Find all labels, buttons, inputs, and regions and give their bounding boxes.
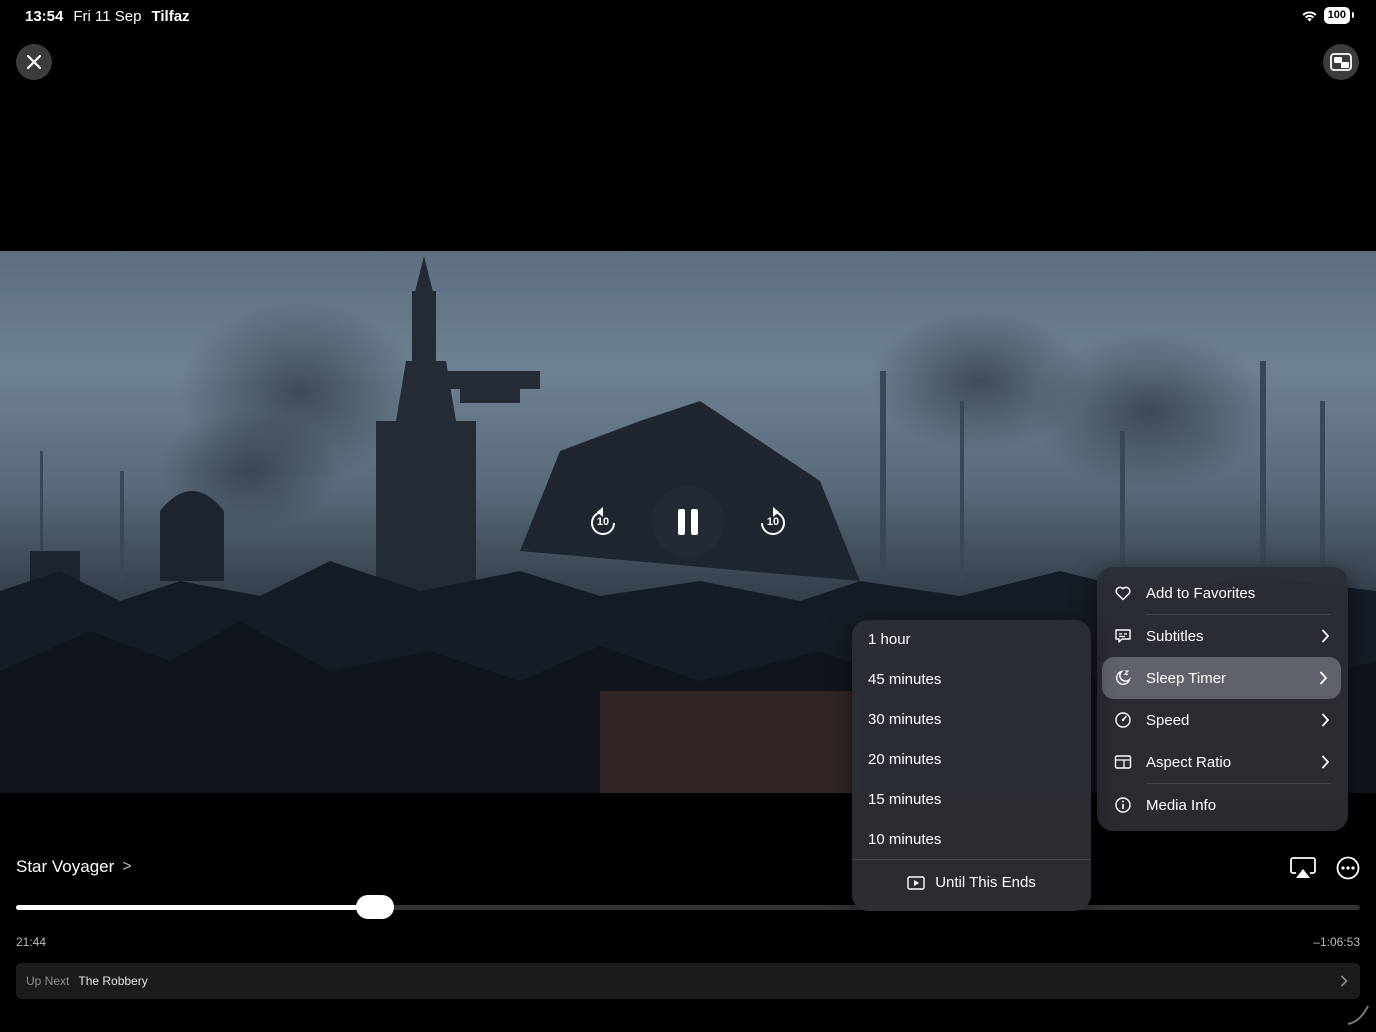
chevron-right-icon	[1340, 975, 1348, 987]
close-icon	[27, 55, 41, 69]
status-indicators: 100	[1301, 7, 1355, 24]
picture-in-picture-button[interactable]	[1323, 44, 1359, 80]
sleep-option-20-minutes[interactable]: 20 minutes	[868, 751, 941, 768]
menu-item-label: Aspect Ratio	[1146, 753, 1232, 771]
menu-item-add-to-favorites[interactable]: Add to Favorites	[1097, 572, 1348, 614]
picture-in-picture-icon	[1330, 53, 1352, 71]
submenu-divider	[852, 859, 1091, 860]
until-this-ends-label: Until This Ends	[935, 874, 1036, 891]
subtitles-icon	[1115, 629, 1131, 643]
status-bar: 13:54 Fri 11 Sep Tilfaz	[25, 8, 190, 25]
progress-track[interactable]	[16, 905, 1360, 910]
sleep-timer-icon	[1116, 670, 1131, 685]
menu-item-label: Sleep Timer	[1146, 669, 1227, 687]
sleep-option-10-minutes[interactable]: 10 minutes	[868, 831, 941, 848]
options-menu: Add to Favorites Subtitles Sleep Timer S…	[1097, 567, 1348, 831]
sleep-option-until-this-ends[interactable]: Until This Ends	[852, 874, 1091, 891]
sleep-option-30-minutes[interactable]: 30 minutes	[868, 711, 941, 728]
speed-icon	[1115, 712, 1131, 728]
close-button[interactable]	[16, 44, 52, 80]
aspect-ratio-icon	[1114, 755, 1132, 769]
airplay-button[interactable]	[1290, 855, 1316, 881]
menu-item-speed[interactable]: Speed	[1097, 699, 1348, 741]
progress-thumb[interactable]	[355, 895, 394, 919]
sleep-option-15-minutes[interactable]: 15 minutes	[868, 791, 941, 808]
chevron-right-icon	[1321, 755, 1330, 769]
progress-fill	[16, 905, 375, 910]
media-title-link[interactable]: Star Voyager >	[16, 857, 132, 877]
up-next-title: The Robbery	[78, 974, 148, 988]
status-carrier: Tilfaz	[151, 8, 190, 25]
chevron-right-icon: >	[122, 858, 132, 875]
skip-back-label: 10	[596, 516, 610, 528]
sleep-timer-submenu: 1 hour 45 minutes 30 minutes 20 minutes …	[852, 620, 1091, 911]
battery-indicator: 100	[1323, 7, 1355, 24]
skip-back-button[interactable]: 10	[583, 503, 623, 543]
up-next-bar[interactable]: Up Next The Robbery	[16, 963, 1360, 999]
resize-handle-icon	[1347, 1005, 1369, 1025]
airplay-icon	[1290, 857, 1316, 878]
menu-item-sleep-timer[interactable]: Sleep Timer	[1102, 657, 1341, 699]
skip-forward-label: 10	[766, 516, 780, 528]
elapsed-time: 21:44	[16, 935, 47, 949]
status-date: Fri 11 Sep	[73, 8, 142, 25]
status-time: 13:54	[25, 8, 64, 25]
menu-item-label: Media Info	[1146, 796, 1217, 814]
more-button[interactable]	[1336, 856, 1360, 880]
chevron-right-icon	[1319, 671, 1328, 685]
menu-item-media-info[interactable]: Media Info	[1097, 784, 1348, 826]
menu-item-label: Add to Favorites	[1146, 584, 1256, 602]
heart-icon	[1115, 586, 1131, 601]
ellipsis-circle-icon	[1336, 856, 1360, 880]
menu-item-label: Subtitles	[1146, 627, 1204, 645]
sleep-option-45-minutes[interactable]: 45 minutes	[868, 671, 941, 688]
media-title: Star Voyager	[16, 857, 115, 876]
chevron-right-icon	[1321, 629, 1330, 643]
up-next-label: Up Next	[26, 974, 70, 988]
menu-item-aspect-ratio[interactable]: Aspect Ratio	[1097, 741, 1348, 783]
menu-item-subtitles[interactable]: Subtitles	[1097, 615, 1348, 657]
info-icon	[1115, 797, 1131, 813]
pause-button[interactable]	[652, 486, 724, 558]
pause-icon	[678, 509, 698, 535]
menu-item-label: Speed	[1146, 711, 1190, 729]
play-rectangle-icon	[907, 875, 925, 890]
remaining-time: –1:06:53	[1313, 935, 1360, 949]
skip-forward-button[interactable]: 10	[753, 503, 793, 543]
chevron-right-icon	[1321, 713, 1330, 727]
wifi-icon	[1302, 11, 1317, 22]
sleep-option-1-hour[interactable]: 1 hour	[868, 631, 911, 648]
